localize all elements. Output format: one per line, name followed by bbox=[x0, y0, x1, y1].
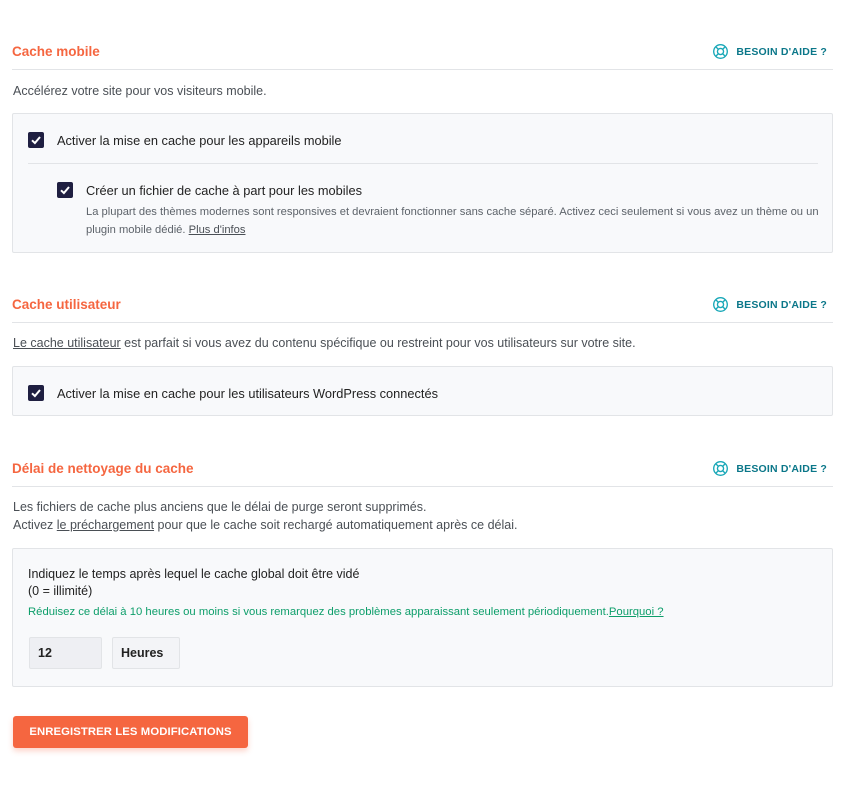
save-changes-button[interactable]: ENREGISTRER LES MODIFICATIONS bbox=[13, 716, 248, 748]
section-user-cache: Cache utilisateur BESOIN D'AIDE ? Le cac… bbox=[12, 293, 833, 416]
mobile-cache-checkbox[interactable] bbox=[28, 132, 44, 148]
mobile-options-box: Activer la mise en cache pour les appare… bbox=[12, 113, 833, 253]
option-separate-cache: Créer un fichier de cache à part pour le… bbox=[57, 182, 362, 198]
lifespan-options-box: Indiquez le temps après lequel le cache … bbox=[12, 548, 833, 687]
section-title: Cache utilisateur bbox=[12, 297, 121, 312]
why-link[interactable]: Pourquoi ? bbox=[609, 606, 664, 618]
user-options-box: Activer la mise en cache pour les utilis… bbox=[12, 366, 833, 416]
lifespan-tip: Réduisez ce délai à 10 heures ou moins s… bbox=[28, 606, 664, 618]
field-label: Indiquez le temps après lequel le cache … bbox=[28, 566, 359, 600]
description-line-1: Les fichiers de cache plus anciens que l… bbox=[13, 500, 427, 514]
lifespan-unit-select[interactable]: Heures bbox=[112, 637, 180, 669]
section-title: Cache mobile bbox=[12, 44, 100, 59]
help-link[interactable]: BESOIN D'AIDE ? bbox=[712, 460, 827, 477]
checkmark-icon bbox=[31, 389, 41, 398]
lifebuoy-icon bbox=[713, 297, 729, 312]
checkmark-icon bbox=[60, 186, 70, 195]
checkmark-icon bbox=[31, 136, 41, 145]
option-mobile-cache: Activer la mise en cache pour les appare… bbox=[28, 132, 342, 148]
more-info-link[interactable]: Plus d'infos bbox=[189, 224, 246, 236]
help-label: BESOIN D'AIDE ? bbox=[736, 45, 827, 58]
section-header: Cache utilisateur BESOIN D'AIDE ? bbox=[12, 293, 833, 323]
lifespan-value-input[interactable]: 12 bbox=[29, 637, 102, 669]
user-cache-link[interactable]: Le cache utilisateur bbox=[13, 336, 121, 350]
section-description: Le cache utilisateur est parfait si vous… bbox=[13, 334, 636, 352]
section-mobile-cache: Cache mobile BESOIN D'AIDE ? Accélérez v… bbox=[12, 40, 833, 253]
divider bbox=[28, 163, 818, 164]
separate-cache-checkbox[interactable] bbox=[57, 182, 73, 198]
description-text: est parfait si vous avez du contenu spéc… bbox=[120, 336, 636, 350]
section-title: Délai de nettoyage du cache bbox=[12, 461, 194, 476]
description-line-2: Activez le préchargement pour que le cac… bbox=[13, 516, 517, 534]
help-label: BESOIN D'AIDE ? bbox=[736, 462, 827, 475]
option-user-cache: Activer la mise en cache pour les utilis… bbox=[28, 385, 438, 401]
description-text: Activez bbox=[13, 518, 57, 532]
section-description: Les fichiers de cache plus anciens que l… bbox=[13, 498, 517, 534]
section-header: Délai de nettoyage du cache BESOIN D'AID… bbox=[12, 457, 833, 487]
help-link[interactable]: BESOIN D'AIDE ? bbox=[712, 296, 827, 313]
tip-text: Réduisez ce délai à 10 heures ou moins s… bbox=[28, 606, 609, 618]
lifebuoy-icon bbox=[713, 44, 729, 59]
help-label: BESOIN D'AIDE ? bbox=[736, 298, 827, 311]
section-cache-lifespan: Délai de nettoyage du cache BESOIN D'AID… bbox=[12, 457, 833, 687]
field-label-text: Indiquez le temps après lequel le cache … bbox=[28, 567, 360, 581]
help-link[interactable]: BESOIN D'AIDE ? bbox=[712, 43, 827, 60]
preload-link[interactable]: le préchargement bbox=[57, 518, 154, 532]
checkbox-label: Créer un fichier de cache à part pour le… bbox=[86, 182, 362, 198]
option-note: La plupart des thèmes modernes sont resp… bbox=[86, 203, 821, 239]
section-header: Cache mobile BESOIN D'AIDE ? bbox=[12, 40, 833, 70]
section-description: Accélérez votre site pour vos visiteurs … bbox=[13, 84, 267, 98]
lifebuoy-icon bbox=[713, 461, 729, 476]
checkbox-label: Activer la mise en cache pour les utilis… bbox=[57, 385, 438, 401]
field-hint: (0 = illimité) bbox=[28, 584, 93, 598]
checkbox-label: Activer la mise en cache pour les appare… bbox=[57, 132, 342, 148]
description-text: pour que le cache soit rechargé automati… bbox=[154, 518, 518, 532]
user-cache-checkbox[interactable] bbox=[28, 385, 44, 401]
